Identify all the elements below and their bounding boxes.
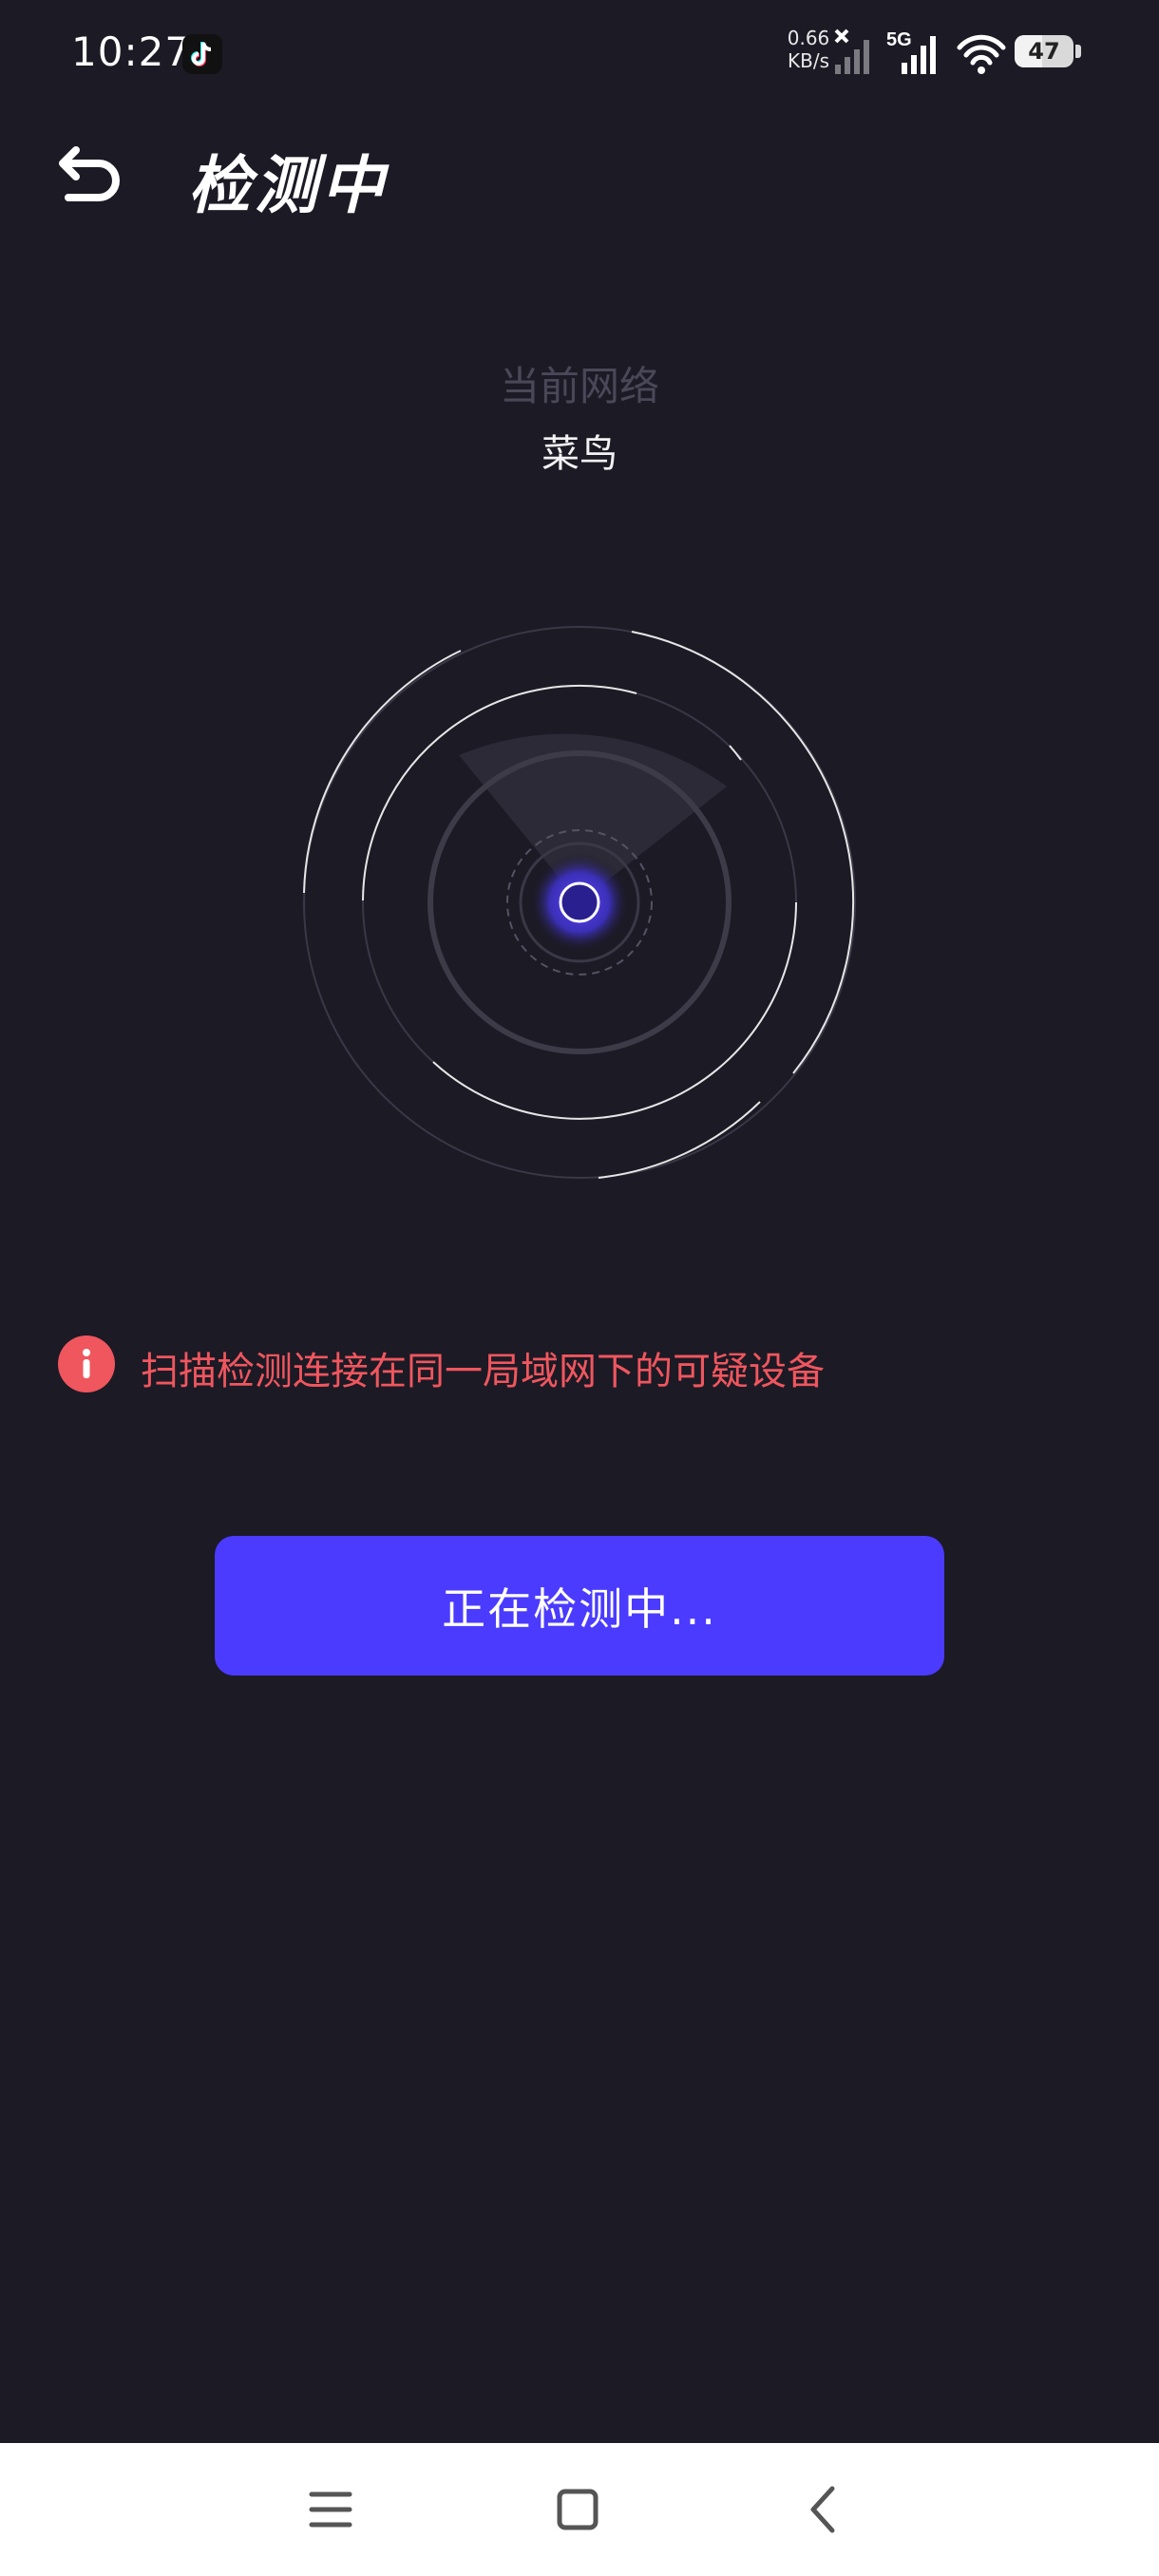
tiktok-icon xyxy=(182,34,222,74)
warning-row: 扫描检测连接在同一局域网下的可疑设备 xyxy=(57,1335,1102,1395)
svg-text:5G: 5G xyxy=(886,29,912,50)
no-sim-icon xyxy=(834,28,849,44)
info-icon xyxy=(58,1335,115,1392)
page-title: 检测中 xyxy=(188,149,388,222)
battery-cap xyxy=(1075,45,1081,58)
signal-bars-icon xyxy=(835,40,869,74)
radar-center-dot xyxy=(559,881,600,923)
battery-icon: 47 xyxy=(1015,35,1074,67)
system-nav-bar xyxy=(0,2443,1159,2576)
wifi-icon xyxy=(957,34,1006,66)
status-time: 10:27 xyxy=(71,28,192,75)
home-square-icon[interactable] xyxy=(549,2481,606,2538)
current-network-label: 当前网络 xyxy=(499,363,659,409)
back-button[interactable] xyxy=(55,142,131,209)
network-speed: 0.66 KB/s xyxy=(787,27,830,72)
warning-text: 扫描检测连接在同一局域网下的可疑设备 xyxy=(141,1350,825,1393)
detecting-button[interactable]: 正在检测中... xyxy=(215,1536,944,1676)
status-bar: 10:27 0.66 KB/s 5G 47 xyxy=(0,0,1159,104)
radar-scanner xyxy=(303,626,856,1179)
undo-arrow-icon xyxy=(59,146,120,201)
menu-icon[interactable] xyxy=(302,2481,359,2538)
network-name: 菜鸟 xyxy=(542,432,618,476)
chevron-left-icon[interactable] xyxy=(796,2481,853,2538)
